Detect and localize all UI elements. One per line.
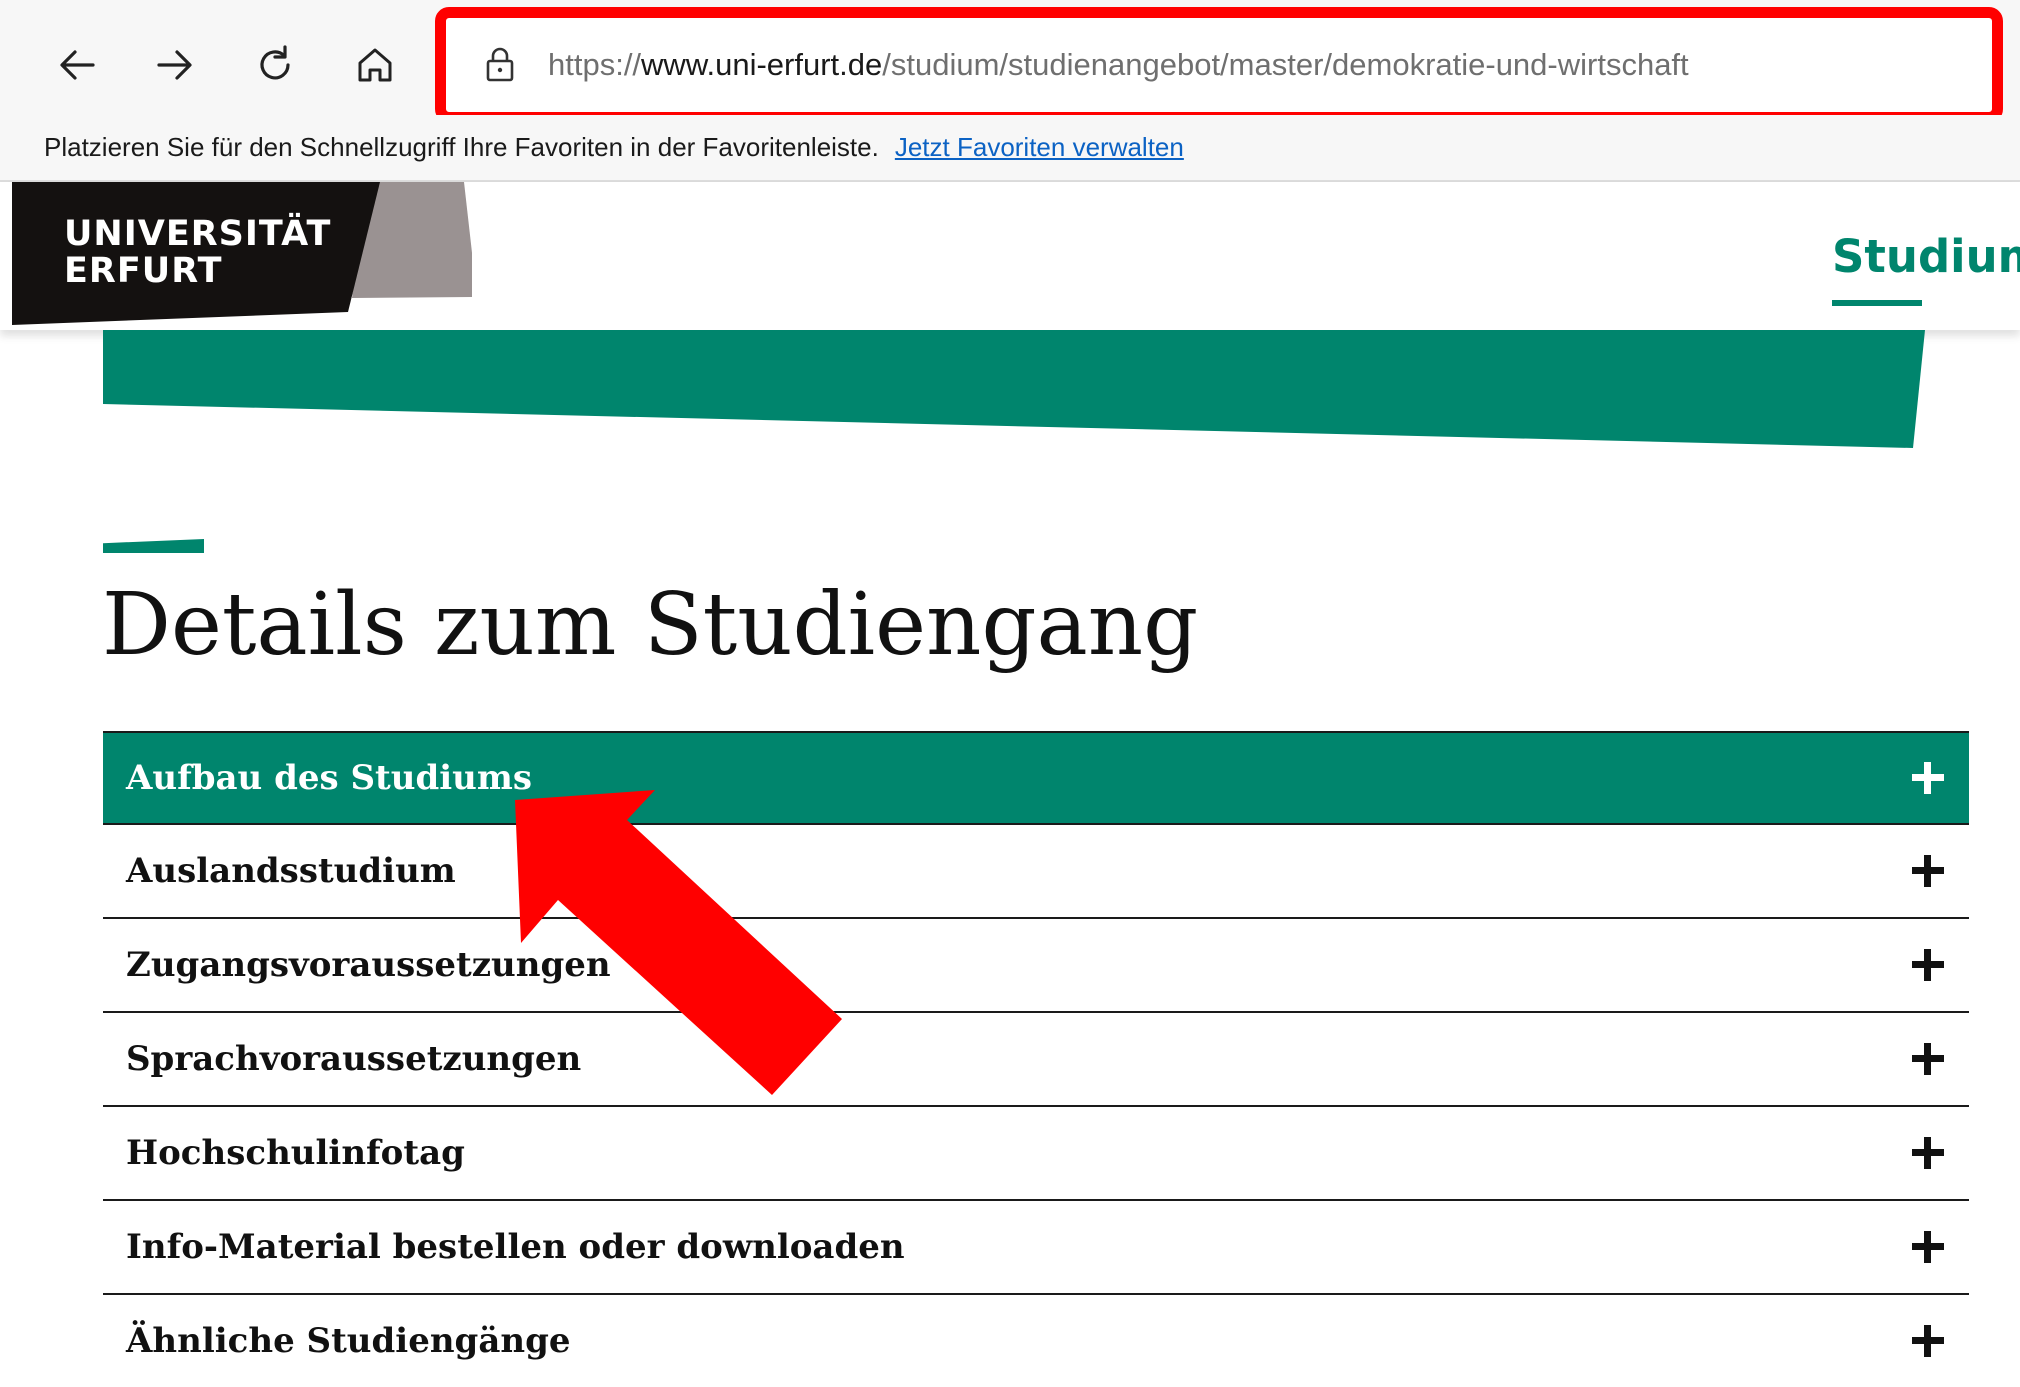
details-accordion: Aufbau des Studiums Auslandsstudium Zuga… bbox=[103, 731, 1969, 1387]
plus-icon[interactable] bbox=[1912, 855, 1944, 887]
accordion-item-label: Auslandsstudium bbox=[126, 851, 456, 891]
accordion-item-sprachvoraussetzungen[interactable]: Sprachvoraussetzungen bbox=[103, 1013, 1969, 1107]
title-accent-mark bbox=[103, 539, 204, 553]
accordion-item-aufbau[interactable]: Aufbau des Studiums bbox=[103, 731, 1969, 825]
hero-banner bbox=[103, 330, 1925, 448]
accordion-item-label: Sprachvoraussetzungen bbox=[126, 1039, 582, 1079]
browser-viewport: https://www.uni-erfurt.de/studium/studie… bbox=[0, 0, 2020, 1387]
plus-icon[interactable] bbox=[1912, 949, 1944, 981]
accordion-item-info-material[interactable]: Info-Material bestellen oder downloaden bbox=[103, 1201, 1969, 1295]
accordion-item-label: Hochschulinfotag bbox=[126, 1133, 465, 1173]
section-title: Details zum Studiengang bbox=[102, 575, 1199, 675]
accordion-item-auslandsstudium[interactable]: Auslandsstudium bbox=[103, 825, 1969, 919]
plus-icon[interactable] bbox=[1912, 1325, 1944, 1357]
plus-icon[interactable] bbox=[1912, 1043, 1944, 1075]
plus-icon[interactable] bbox=[1912, 1137, 1944, 1169]
accordion-item-label: Aufbau des Studiums bbox=[126, 758, 532, 798]
accordion-item-label: Zugangsvoraussetzungen bbox=[126, 945, 611, 985]
accordion-item-hochschulinfotag[interactable]: Hochschulinfotag bbox=[103, 1107, 1969, 1201]
plus-icon[interactable] bbox=[1912, 1231, 1944, 1263]
accordion-item-label: Ähnliche Studiengänge bbox=[126, 1321, 571, 1361]
accordion-item-zugangsvoraussetzungen[interactable]: Zugangsvoraussetzungen bbox=[103, 919, 1969, 1013]
accordion-item-aehnliche-studiengaenge[interactable]: Ähnliche Studiengänge bbox=[103, 1295, 1969, 1387]
accordion-item-label: Info-Material bestellen oder downloaden bbox=[126, 1227, 905, 1267]
plus-icon[interactable] bbox=[1912, 762, 1944, 794]
